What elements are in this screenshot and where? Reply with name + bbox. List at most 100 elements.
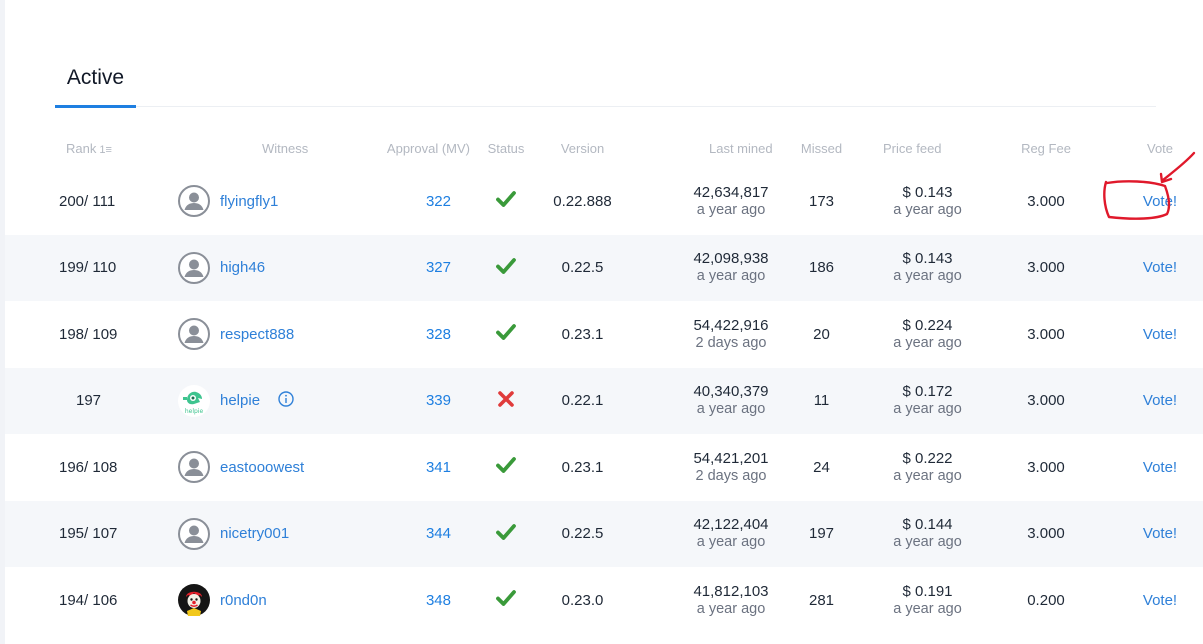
vote-button[interactable]: Vote! [1143, 525, 1177, 542]
rank-value: 200/ 111 [59, 192, 116, 210]
missed-value: 281 [808, 591, 835, 609]
cross-icon [497, 390, 515, 412]
witness-cell: high46 [173, 234, 373, 301]
status-cell [472, 434, 540, 501]
last-mined-cell: 42,098,938 a year ago [625, 234, 793, 301]
approval-link[interactable]: 348 [426, 592, 451, 609]
witness-name-link[interactable]: flyingfly1 [220, 193, 278, 210]
reg-fee-cell: 3.000 [995, 301, 1097, 368]
price-feed-cell: $ 0.222 a year ago [850, 434, 995, 501]
default-user-icon[interactable] [178, 318, 210, 351]
approval-link[interactable]: 341 [426, 459, 451, 476]
missed-cell: 11 [793, 367, 850, 434]
witness-name-link[interactable]: r0nd0n [220, 592, 267, 609]
price-feed-cell: $ 0.144 a year ago [850, 500, 995, 567]
reg-fee-cell: 0.200 [995, 567, 1097, 634]
rank-value: 199/ 110 [59, 259, 117, 277]
approval-cell: 327 [373, 234, 472, 301]
checkmark-icon [496, 257, 516, 279]
price-time: a year ago [893, 600, 962, 617]
checkmark-icon [496, 457, 516, 478]
approval-header-label: Approval (MV) [386, 140, 470, 156]
info-circle-icon[interactable] [278, 391, 294, 411]
witness-name-link[interactable]: nicetry001 [220, 525, 289, 542]
last-mined-time: 2 days ago [695, 467, 767, 484]
status-header[interactable]: Status [472, 128, 540, 168]
approval-link[interactable]: 327 [426, 259, 451, 276]
rank-cell: 200/ 111 [5, 168, 173, 235]
vote-button[interactable]: Vote! [1143, 259, 1177, 276]
approval-link[interactable]: 328 [426, 326, 451, 343]
reg-fee-value: 3.000 [1027, 525, 1065, 543]
witness-cell: eastooowest [173, 434, 373, 501]
default-user-icon[interactable] [178, 451, 210, 484]
approval-link[interactable]: 322 [426, 193, 451, 210]
vote-button[interactable]: Vote! [1143, 193, 1177, 210]
missed-header[interactable]: Missed [793, 128, 850, 168]
last-mined-header[interactable]: Last mined [625, 128, 793, 168]
rank-cell: 199/ 110 [5, 234, 173, 301]
vote-button[interactable]: Vote! [1143, 459, 1177, 476]
price-feed-header[interactable]: Price feed [850, 128, 995, 168]
reg-fee-header[interactable]: Reg Fee [995, 128, 1097, 168]
default-user-icon[interactable] [178, 251, 210, 284]
last-mined-block: 54,421,201 [693, 449, 769, 467]
witness-cell: flyingfly1 [173, 168, 373, 235]
reg-fee-value: 3.000 [1027, 259, 1065, 277]
version-value: 0.23.1 [561, 325, 604, 343]
approval-cell: 348 [373, 567, 472, 634]
vote-button[interactable]: Vote! [1143, 392, 1177, 409]
clown-avatar[interactable] [178, 584, 210, 617]
default-user-icon[interactable] [178, 517, 210, 550]
version-cell: 0.22.888 [540, 168, 625, 235]
reg-fee-value: 3.000 [1027, 392, 1065, 410]
helpie-logo[interactable]: helpie [178, 384, 210, 417]
reg-fee-cell: 3.000 [995, 367, 1097, 434]
default-user-icon[interactable] [178, 185, 210, 218]
price-feed-header-label: Price feed [883, 140, 942, 156]
missed-header-label: Missed [800, 140, 843, 156]
last-mined-time: a year ago [696, 201, 766, 218]
table-row: 194/ 106 r0nd0n 348 0.23.0 41,812,103 a … [5, 567, 1203, 634]
version-cell: 0.22.5 [540, 234, 625, 301]
vote-cell: Vote! [1097, 567, 1203, 634]
missed-cell: 197 [793, 500, 850, 567]
tab-bar: Active [55, 50, 1156, 108]
table-row: 198/ 109 respect888 328 0.23.1 54,422,91… [5, 301, 1203, 368]
vote-button[interactable]: Vote! [1143, 326, 1177, 343]
approval-link[interactable]: 339 [426, 392, 451, 409]
checkmark-icon [496, 324, 516, 345]
tab-active[interactable]: Active [55, 50, 136, 108]
witness-name-link[interactable]: eastooowest [220, 459, 304, 476]
reg-fee-value: 3.000 [1027, 325, 1065, 343]
table-row: 197 helpie helpie 339 0.22.1 40,340,379 [5, 367, 1203, 434]
last-mined-block: 42,098,938 [693, 250, 769, 268]
reg-fee-cell: 3.000 [995, 500, 1097, 567]
last-mined-time: a year ago [696, 268, 766, 285]
reg-fee-cell: 3.000 [995, 434, 1097, 501]
vote-button[interactable]: Vote! [1143, 592, 1177, 609]
witness-name-link[interactable]: high46 [220, 259, 265, 276]
rank-header[interactable]: Rank 1≡ [5, 128, 173, 168]
witness-name-link[interactable]: helpie [220, 392, 260, 409]
approval-link[interactable]: 344 [426, 525, 451, 542]
tab-active-label: Active [66, 65, 125, 89]
rank-cell: 197 [5, 367, 173, 434]
last-mined-block: 42,122,404 [693, 516, 769, 534]
version-header[interactable]: Version [540, 128, 625, 168]
price-value: $ 0.224 [902, 316, 953, 334]
witness-name-link[interactable]: respect888 [220, 326, 294, 343]
price-time: a year ago [893, 467, 962, 484]
witness-header[interactable]: Witness [173, 128, 373, 168]
last-mined-cell: 54,421,201 2 days ago [625, 434, 793, 501]
status-cell [472, 168, 540, 235]
approval-header[interactable]: Approval (MV) [373, 128, 472, 168]
price-feed-cell: $ 0.191 a year ago [850, 567, 995, 634]
approval-cell: 322 [373, 168, 472, 235]
rank-cell: 195/ 107 [5, 500, 173, 567]
last-mined-cell: 40,340,379 a year ago [625, 367, 793, 434]
vote-cell: Vote! [1097, 301, 1203, 368]
price-time: a year ago [893, 334, 962, 351]
table-row: 196/ 108 eastooowest 341 0.23.1 54,421,2… [5, 434, 1203, 501]
rank-value: 194/ 106 [59, 591, 118, 609]
